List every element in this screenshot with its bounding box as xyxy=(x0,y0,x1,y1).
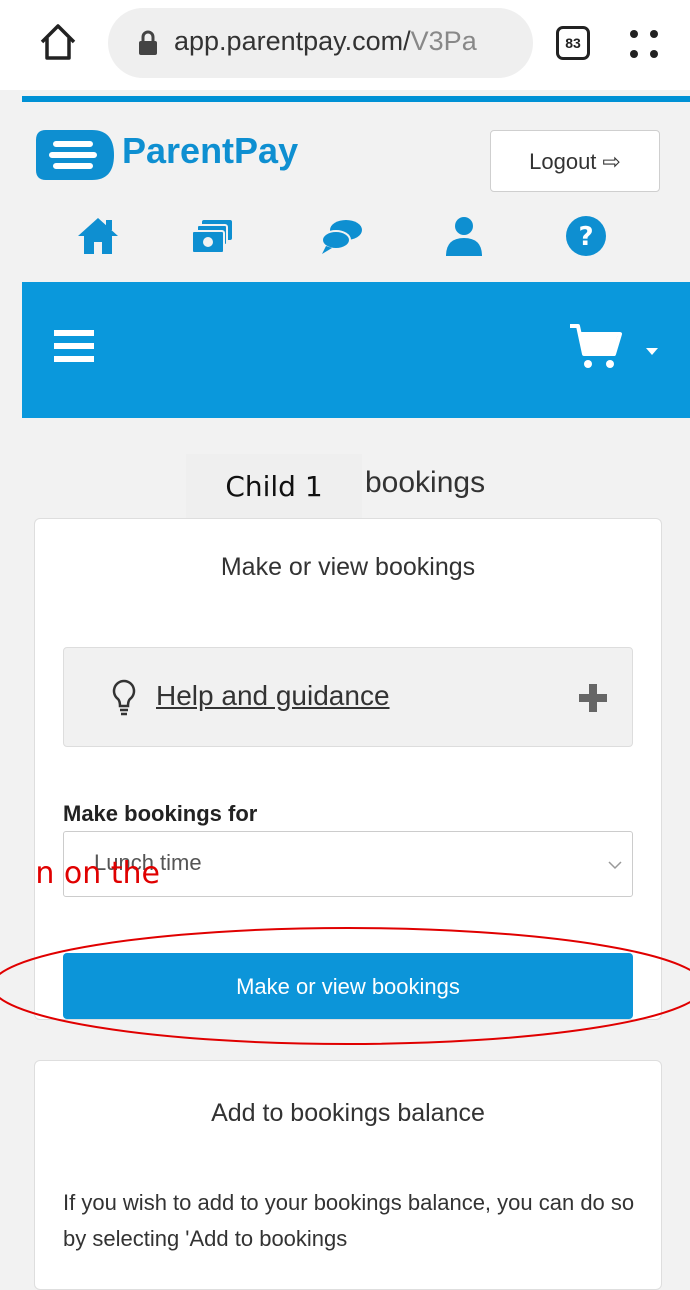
menu-icon[interactable] xyxy=(54,328,94,364)
svg-text:?: ? xyxy=(578,222,593,252)
balance-card-description: If you wish to add to your bookings bala… xyxy=(63,1190,635,1251)
balance-card: Add to bookings balance If you wish to a… xyxy=(34,1060,662,1290)
app-toolbar xyxy=(22,282,690,418)
more-options-icon[interactable] xyxy=(626,24,662,64)
payments-icon[interactable] xyxy=(188,212,236,260)
address-bar[interactable]: app.parentpay.com/V3Pa xyxy=(108,8,533,78)
help-icon[interactable]: ? xyxy=(562,212,610,260)
home-icon[interactable] xyxy=(74,212,122,260)
basket-icon[interactable] xyxy=(568,322,624,372)
help-and-guidance-link[interactable]: Help and guidance xyxy=(156,680,390,712)
booking-card: Make or view bookings Help and guidance … xyxy=(34,518,662,1020)
make-or-view-bookings-button[interactable]: Make or view bookings xyxy=(63,953,633,1019)
balance-card-title: Add to bookings balance xyxy=(211,1099,485,1127)
lightbulb-icon xyxy=(112,679,136,716)
chevron-down-icon[interactable] xyxy=(646,348,658,356)
brand-name: ParentPay xyxy=(122,130,299,171)
logout-icon: ⇨ xyxy=(602,149,621,174)
tab-switcher-button[interactable]: 83 xyxy=(556,26,590,60)
make-bookings-for-label: Make bookings for xyxy=(63,801,258,826)
help-and-guidance-panel[interactable]: Help and guidance xyxy=(63,647,633,747)
browser-toolbar: app.parentpay.com/V3Pa 83 xyxy=(0,0,690,90)
home-browser-icon[interactable] xyxy=(36,20,80,64)
app-header: ParentPay Logout ⇨ ? xyxy=(22,102,690,282)
expand-plus-icon[interactable] xyxy=(579,684,607,712)
profile-icon[interactable] xyxy=(440,212,488,260)
messages-icon[interactable] xyxy=(318,212,366,260)
page-title: bookings xyxy=(365,466,486,499)
annotation-text: n on the xyxy=(35,856,160,891)
lock-icon xyxy=(139,30,157,55)
url-text: app.parentpay.com/V3Pa xyxy=(174,26,477,56)
logout-button[interactable]: Logout ⇨ xyxy=(490,130,660,192)
parentpay-logo-icon xyxy=(36,130,114,180)
booking-card-title: Make or view bookings xyxy=(220,553,476,581)
child-name: Child 1 xyxy=(186,454,362,520)
chevron-down-icon xyxy=(608,861,622,870)
